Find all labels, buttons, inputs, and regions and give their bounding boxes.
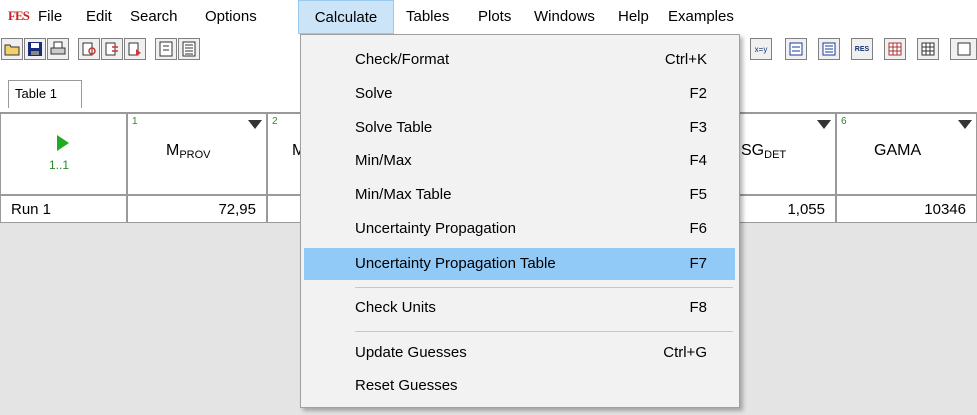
- menu-tables[interactable]: Tables: [400, 0, 455, 34]
- table-cell[interactable]: 72,95: [127, 195, 267, 223]
- column-header-gama[interactable]: 6 GAMA: [836, 113, 977, 195]
- menu-separator: [355, 331, 733, 332]
- export-icon[interactable]: [124, 38, 146, 60]
- menu-item-uncertainty-propagation[interactable]: Uncertainty Propagation F6: [304, 213, 735, 245]
- solution-window-label: x=y: [754, 44, 768, 54]
- menu-item-label: Uncertainty Propagation Table: [355, 255, 556, 272]
- column-dropdown-icon[interactable]: [817, 120, 831, 129]
- menu-plots[interactable]: Plots: [472, 0, 517, 34]
- menu-item-shortcut: F3: [689, 119, 707, 136]
- menu-item-label: Check/Format: [355, 51, 450, 68]
- menu-item-label: Solve: [355, 85, 393, 102]
- calculate-menu-dropdown: Check/Format Ctrl+K Solve F2 Solve Table…: [300, 34, 740, 408]
- print-icon[interactable]: [47, 38, 69, 60]
- menu-item-check-format[interactable]: Check/Format Ctrl+K: [304, 44, 735, 76]
- menu-options[interactable]: Options: [199, 0, 263, 34]
- column-number: 2: [272, 116, 278, 127]
- menu-item-label: Uncertainty Propagation: [355, 220, 516, 237]
- menu-separator: [355, 287, 733, 288]
- results-label: RES: [854, 45, 870, 53]
- find-replace-icon[interactable]: [101, 38, 123, 60]
- menu-item-check-units[interactable]: Check Units F8: [304, 292, 735, 324]
- menu-file[interactable]: File: [32, 0, 68, 34]
- menu-item-label: Check Units: [355, 299, 436, 316]
- column-number: 1: [132, 116, 138, 127]
- run-range: 1..1: [49, 158, 70, 172]
- row-header-corner[interactable]: 1..1: [0, 113, 127, 195]
- find-icon[interactable]: [78, 38, 100, 60]
- parametric-table-icon[interactable]: [884, 38, 906, 60]
- menu-calculate[interactable]: Calculate: [298, 0, 394, 34]
- column-header-m-prov[interactable]: 1 MPROV: [127, 113, 267, 195]
- menu-bar: FES File Edit Search Options Calculate T…: [0, 0, 977, 34]
- row-label-run-1[interactable]: Run 1: [0, 195, 127, 223]
- menu-help[interactable]: Help: [612, 0, 655, 34]
- menu-item-min-max-table[interactable]: Min/Max Table F5: [304, 179, 735, 211]
- menu-item-shortcut: Ctrl+K: [664, 51, 707, 68]
- menu-search[interactable]: Search: [124, 0, 184, 34]
- menu-item-reset-guesses[interactable]: Reset Guesses: [304, 370, 735, 402]
- table-cell[interactable]: 10346: [836, 195, 977, 223]
- equations-window-icon[interactable]: [155, 38, 177, 60]
- menu-windows[interactable]: Windows: [528, 0, 601, 34]
- menu-item-label: Solve Table: [355, 119, 433, 136]
- menu-item-uncertainty-propagation-table[interactable]: Uncertainty Propagation Table F7: [304, 248, 735, 280]
- open-folder-icon[interactable]: [1, 38, 23, 60]
- menu-item-update-guesses[interactable]: Update Guesses Ctrl+G: [304, 337, 735, 369]
- column-variable: SGDET: [741, 142, 787, 161]
- column-number: 6: [841, 116, 847, 127]
- lookup-table-icon[interactable]: [917, 38, 939, 60]
- column-dropdown-icon[interactable]: [248, 120, 262, 129]
- tab-table-1[interactable]: Table 1: [8, 80, 82, 108]
- app-logo-icon: FES: [8, 8, 30, 23]
- run-arrow-icon: [57, 135, 69, 151]
- menu-edit[interactable]: Edit: [80, 0, 118, 34]
- menu-item-shortcut: F5: [689, 186, 707, 203]
- column-variable: GAMA: [874, 142, 922, 159]
- menu-item-label: Update Guesses: [355, 344, 467, 361]
- results-icon[interactable]: RES: [851, 38, 873, 60]
- menu-item-shortcut: F4: [689, 152, 707, 169]
- menu-item-solve-table[interactable]: Solve Table F3: [304, 112, 735, 144]
- menu-item-shortcut: Ctrl+G: [663, 344, 707, 361]
- menu-item-shortcut: F7: [689, 255, 707, 272]
- menu-item-shortcut: F6: [689, 220, 707, 237]
- menu-item-solve[interactable]: Solve F2: [304, 78, 735, 110]
- residuals-icon[interactable]: [785, 38, 807, 60]
- menu-item-label: Min/Max Table: [355, 186, 452, 203]
- formatted-equations-icon[interactable]: [178, 38, 200, 60]
- column-dropdown-icon[interactable]: [958, 120, 972, 129]
- menu-item-label: Min/Max: [355, 152, 412, 169]
- menu-item-min-max[interactable]: Min/Max F4: [304, 145, 735, 177]
- menu-examples[interactable]: Examples: [662, 0, 740, 34]
- menu-item-label: Reset Guesses: [355, 377, 458, 394]
- menu-item-shortcut: F2: [689, 85, 707, 102]
- solution-window-icon[interactable]: x=y: [750, 38, 772, 60]
- integral-table-icon[interactable]: [950, 38, 977, 60]
- menu-item-shortcut: F8: [689, 299, 707, 316]
- column-variable: MPROV: [166, 142, 211, 161]
- arrays-window-icon[interactable]: [818, 38, 840, 60]
- save-icon[interactable]: [24, 38, 46, 60]
